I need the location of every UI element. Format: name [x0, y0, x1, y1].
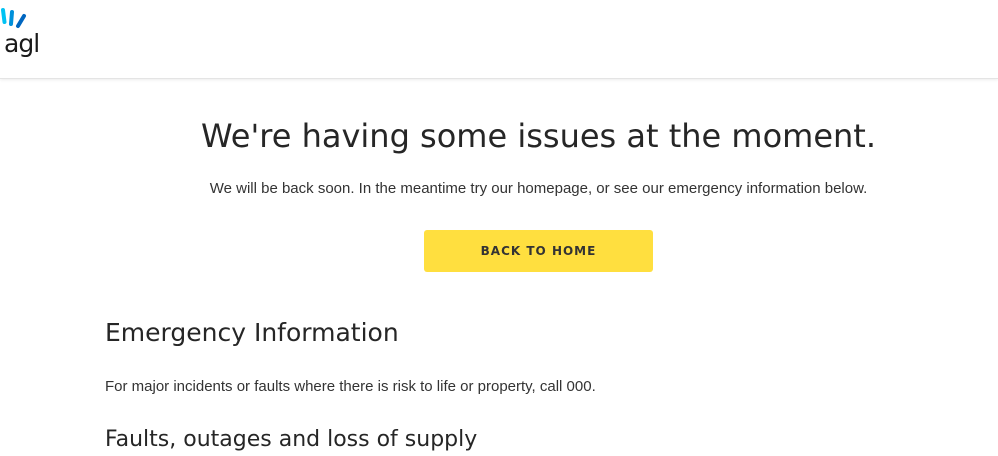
agl-logo-rays-icon	[1, 8, 26, 28]
agl-logo[interactable]: agl	[0, 4, 44, 60]
back-to-home-button[interactable]: BACK TO HOME	[424, 230, 653, 272]
faults-outages-heading: Faults, outages and loss of supply	[105, 427, 478, 452]
page-subtitle: We will be back soon. In the meantime tr…	[209, 180, 868, 197]
emergency-information-text: For major incidents or faults where ther…	[105, 378, 596, 395]
emergency-information-heading: Emergency Information	[105, 318, 399, 347]
page-title: We're having some issues at the moment.	[201, 117, 876, 155]
site-header: agl	[0, 0, 998, 79]
agl-logo-text: agl	[4, 29, 40, 58]
